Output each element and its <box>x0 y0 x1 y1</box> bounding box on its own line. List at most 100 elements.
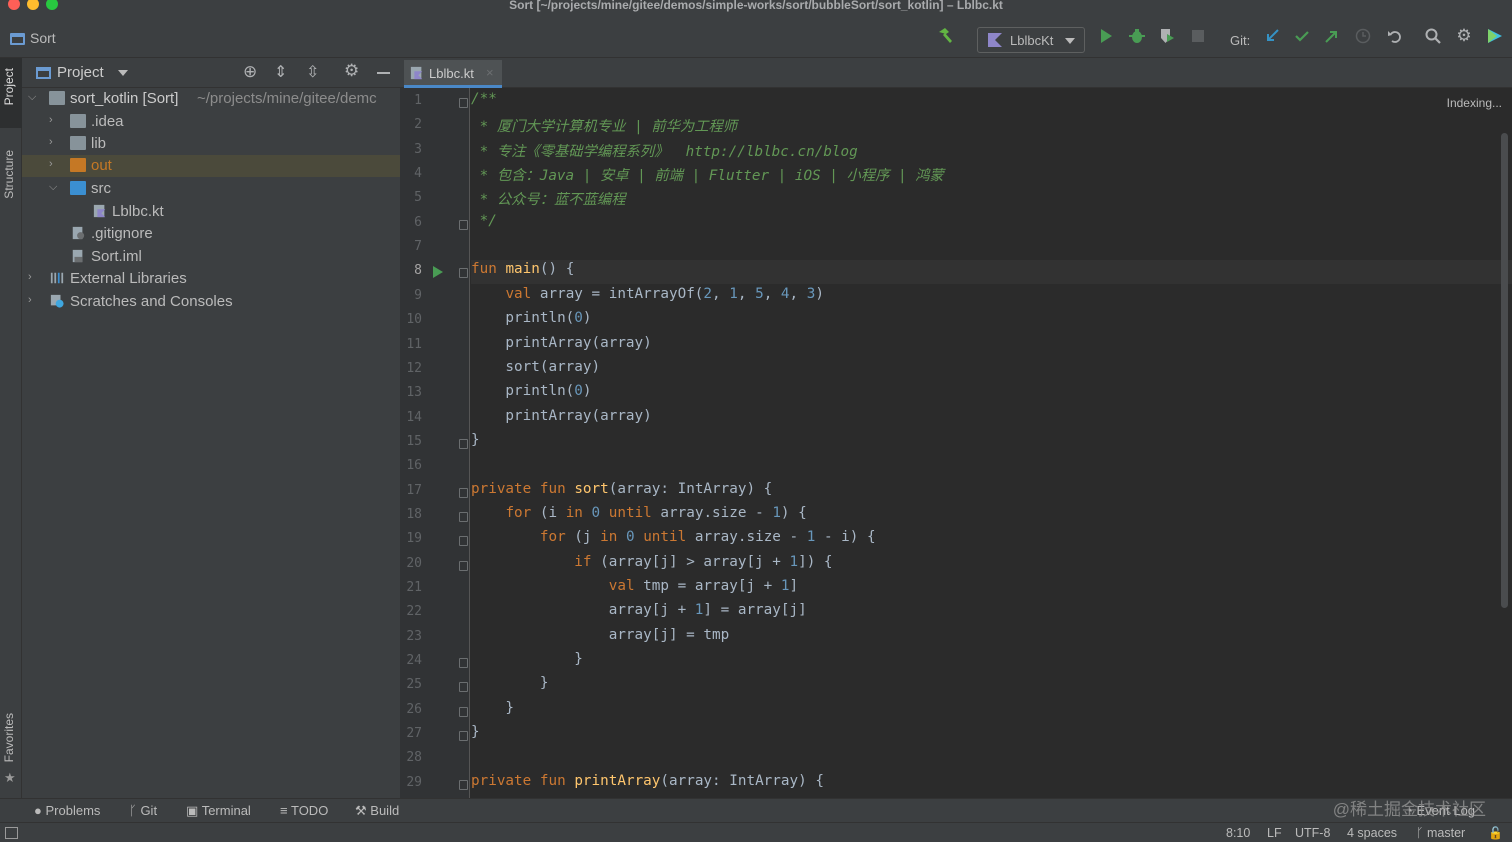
fold-marker-icon[interactable] <box>459 706 468 717</box>
chevron-right-icon[interactable]: › <box>49 136 53 148</box>
run-configuration-selector[interactable]: LblbcKt <box>977 27 1085 53</box>
code-line: val tmp = array[j + 1] <box>608 578 799 594</box>
code-line: printArray(array) <box>471 334 652 351</box>
toggle-tool-windows-icon[interactable] <box>5 827 18 839</box>
tree-item-scratches[interactable]: › Scratches and Consoles <box>22 291 400 313</box>
git-update-icon[interactable] <box>1262 26 1282 46</box>
tree-item-idea[interactable]: › .idea <box>22 111 400 133</box>
fold-marker-icon[interactable] <box>459 511 468 522</box>
chevron-right-icon[interactable]: › <box>28 294 32 306</box>
favorites-tool-tab[interactable]: Favorites <box>2 713 16 762</box>
fold-marker-icon[interactable] <box>459 438 468 449</box>
project-tool-tab[interactable]: Project <box>2 68 16 105</box>
build-hammer-icon[interactable] <box>935 26 955 46</box>
tool-button-label: Git <box>140 803 158 818</box>
git-branch-icon: ᚴ <box>129 803 137 818</box>
tree-item-lib[interactable]: › lib <box>22 133 400 155</box>
todo-list-icon: ≡ <box>280 803 288 818</box>
close-tab-icon[interactable]: × <box>486 65 494 80</box>
chevron-down-icon[interactable] <box>118 70 128 76</box>
git-tool-button[interactable]: ᚴ Git <box>129 803 157 818</box>
code-line: for (j in 0 until array.size - 1 - i) { <box>539 529 876 546</box>
file-encoding[interactable]: UTF-8 <box>1295 826 1330 840</box>
indent-setting[interactable]: 4 spaces <box>1347 826 1397 840</box>
fold-marker-icon[interactable] <box>459 682 468 693</box>
fold-marker-icon[interactable] <box>459 219 468 230</box>
tree-item-label: .idea <box>91 113 124 130</box>
code-line: for (i in 0 until array.size - 1) { <box>505 504 807 521</box>
fold-marker-icon[interactable] <box>459 536 468 547</box>
kotlin-file-icon <box>410 66 423 80</box>
fold-marker-icon[interactable] <box>459 658 468 669</box>
terminal-tool-button[interactable]: ▣ Terminal <box>186 803 251 819</box>
fold-marker-icon[interactable] <box>459 98 468 108</box>
tree-item-src[interactable]: ⌵ src <box>22 178 400 200</box>
lock-icon[interactable]: 🔓 <box>1488 826 1503 840</box>
problems-icon: ● <box>34 803 42 818</box>
git-branch-icon: ᚴ <box>1416 826 1424 840</box>
scratches-icon <box>50 294 64 308</box>
chevron-right-icon[interactable]: › <box>28 271 32 283</box>
code-line: } <box>471 675 549 692</box>
fold-marker-icon[interactable] <box>459 731 468 742</box>
line-separator[interactable]: LF <box>1267 826 1282 840</box>
editor-scrollbar[interactable] <box>1501 133 1508 608</box>
settings-gear-icon[interactable]: ⚙ <box>1454 26 1474 46</box>
tree-item-gitignore[interactable]: .gitignore <box>22 223 400 245</box>
fold-marker-icon[interactable] <box>459 560 468 571</box>
run-main-gutter-icon[interactable] <box>433 265 443 281</box>
rollback-icon[interactable] <box>1385 26 1405 46</box>
chevron-down-icon[interactable]: ⌵ <box>49 181 57 194</box>
line-number: 29 <box>406 774 422 790</box>
history-clock-icon[interactable] <box>1353 26 1373 46</box>
tree-item-module[interactable]: ⌵ sort_kotlin [Sort] ~/projects/mine/git… <box>22 88 400 110</box>
tree-item-lblbc-kt[interactable]: Lblbc.kt <box>22 201 400 223</box>
code-with-me-icon[interactable] <box>1485 26 1505 46</box>
line-number: 3 <box>414 141 422 157</box>
line-number: 6 <box>414 214 422 230</box>
build-tool-button[interactable]: ⚒ Build <box>355 803 399 819</box>
locate-file-icon[interactable]: ⊕ <box>243 62 257 82</box>
line-number: 21 <box>406 580 422 595</box>
code-editor[interactable]: /** * 厦门大学计算机专业 | 前华为工程师 * 专注《零基础学编程系列》 … <box>471 88 1512 798</box>
git-commit-check-icon[interactable] <box>1292 26 1312 46</box>
debug-bug-icon[interactable] <box>1127 26 1147 46</box>
caret-position[interactable]: 8:10 <box>1226 826 1250 840</box>
panel-settings-gear-icon[interactable]: ⚙ <box>344 61 359 81</box>
tree-item-out[interactable]: › out <box>22 155 400 177</box>
project-panel-title[interactable]: Project <box>57 64 104 81</box>
gitignore-file-icon <box>72 226 85 240</box>
project-name-breadcrumb[interactable]: Sort <box>30 30 56 46</box>
tree-item-label: out <box>91 157 112 174</box>
tree-item-external-libraries[interactable]: › External Libraries <box>22 268 400 290</box>
chevron-down-icon[interactable]: ⌵ <box>28 91 36 104</box>
code-line: sort(array) <box>471 358 601 375</box>
todo-tool-button[interactable]: ≡ TODO <box>280 803 328 818</box>
chevron-right-icon[interactable]: › <box>49 114 53 126</box>
stop-icon[interactable] <box>1188 26 1208 46</box>
collapse-all-icon[interactable]: ⇳ <box>306 62 319 82</box>
chevron-right-icon[interactable]: › <box>49 158 53 170</box>
line-number: 8 <box>414 263 422 279</box>
tree-item-label: sort_kotlin [Sort] <box>70 90 179 107</box>
problems-tool-button[interactable]: ● Problems <box>34 803 100 818</box>
source-folder-icon <box>70 181 86 195</box>
code-line: } <box>471 724 480 741</box>
line-number: 27 <box>406 726 422 742</box>
run-icon[interactable] <box>1096 26 1116 46</box>
tree-item-sort-iml[interactable]: Sort.iml <box>22 246 400 268</box>
hide-panel-icon[interactable] <box>377 72 390 74</box>
git-branch-widget[interactable]: ᚴ master <box>1416 826 1465 840</box>
fold-marker-icon[interactable] <box>459 487 468 498</box>
expand-all-icon[interactable]: ⇕ <box>274 62 287 82</box>
git-push-icon[interactable] <box>1322 26 1342 46</box>
search-icon[interactable] <box>1423 26 1443 46</box>
fold-marker-icon[interactable] <box>459 779 468 790</box>
tree-item-label: Lblbc.kt <box>112 203 164 220</box>
line-number: 15 <box>406 433 422 449</box>
fold-marker-icon[interactable] <box>459 268 468 279</box>
structure-tool-tab[interactable]: Structure <box>2 150 16 199</box>
editor-tab-lblbc-kt[interactable]: Lblbc.kt × <box>404 60 502 88</box>
run-with-coverage-icon[interactable] <box>1157 26 1177 46</box>
build-hammer-icon: ⚒ <box>355 803 367 818</box>
